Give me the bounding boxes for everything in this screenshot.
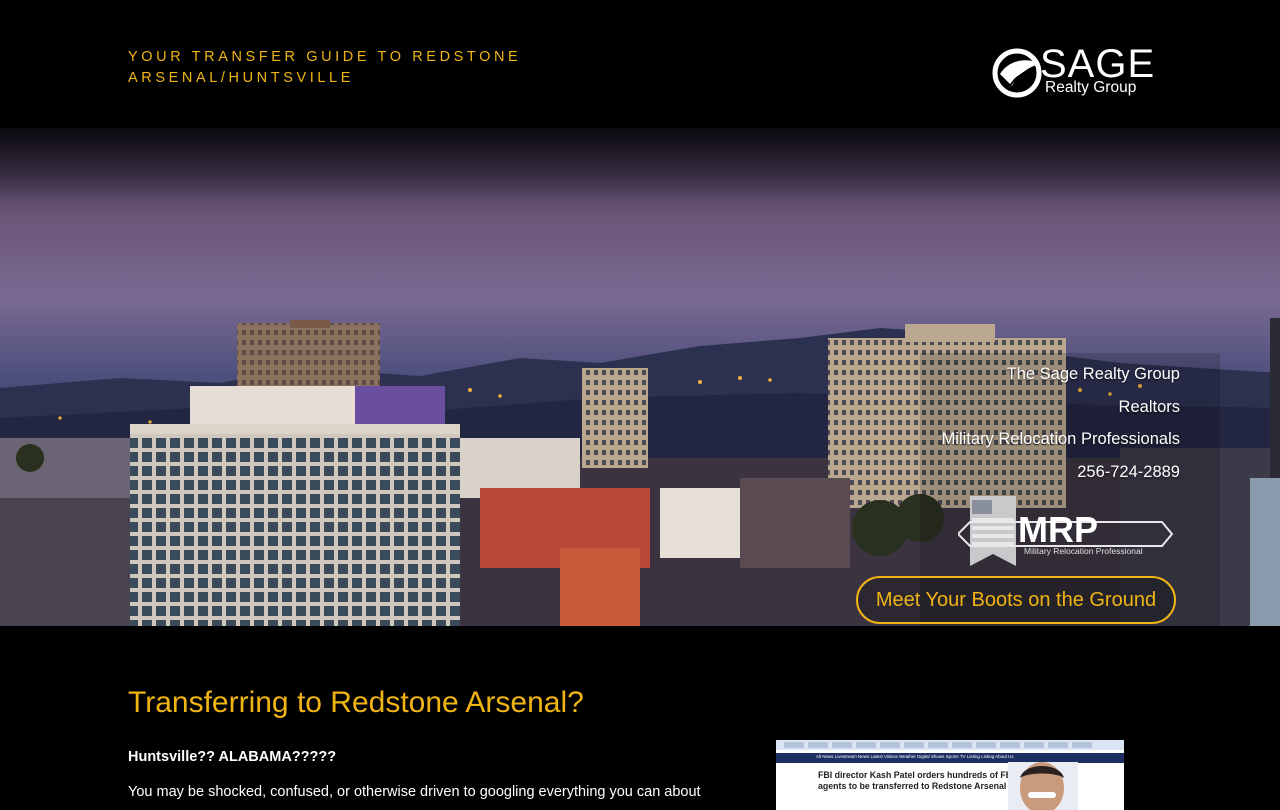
lead-text: Huntsville?? ALABAMA????? [128,749,337,765]
hero-banner: The Sage Realty Group Realtors Military … [0,128,1280,626]
browser-tab [784,742,804,748]
browser-tab [1024,742,1044,748]
browser-tab [880,742,900,748]
browser-tab [808,742,828,748]
browser-tab [832,742,852,748]
phone-number[interactable]: 256-724-2889 [942,456,1180,489]
person-photo-icon [1008,762,1078,810]
browser-tab [856,742,876,748]
site-tagline[interactable]: YOUR TRANSFER GUIDE TO REDSTONE ARSENAL/… [128,47,558,89]
meet-boots-button[interactable]: Meet Your Boots on the Ground [856,576,1176,624]
browser-tab [976,742,996,748]
browser-tab [1048,742,1068,748]
sage-leaf-icon [992,48,1042,98]
news-headline: FBI director Kash Patel orders hundreds … [818,770,1015,791]
company-role: Realtors [1118,397,1180,416]
logo-subtitle: Realty Group [1045,79,1137,96]
company-specialty: Military Relocation Professionals [941,430,1180,448]
browser-tab-bar [776,740,1124,750]
contact-info-block: The Sage Realty Group Realtors Military … [942,358,1180,488]
mrp-subtitle: Military Relocation Professional [1024,546,1143,556]
intro-paragraph: You may be shocked, confused, or otherwi… [128,784,701,800]
mrp-title: MRP [1018,509,1098,550]
mrp-badge-icon: MRP Military Relocation Professional [958,496,1174,566]
news-nav-text: All News Livestream News Latest Videos W… [816,754,1014,759]
browser-tab [1000,742,1020,748]
sage-realty-logo[interactable]: SAGE Realty Group [990,42,1160,100]
browser-tab [928,742,948,748]
browser-tab [904,742,924,748]
company-name: The Sage Realty Group [1006,365,1180,383]
browser-tab [952,742,972,748]
site-header: YOUR TRANSFER GUIDE TO REDSTONE ARSENAL/… [0,0,1280,128]
browser-tab [1072,742,1092,748]
section-title: Transferring to Redstone Arsenal? [128,686,584,719]
